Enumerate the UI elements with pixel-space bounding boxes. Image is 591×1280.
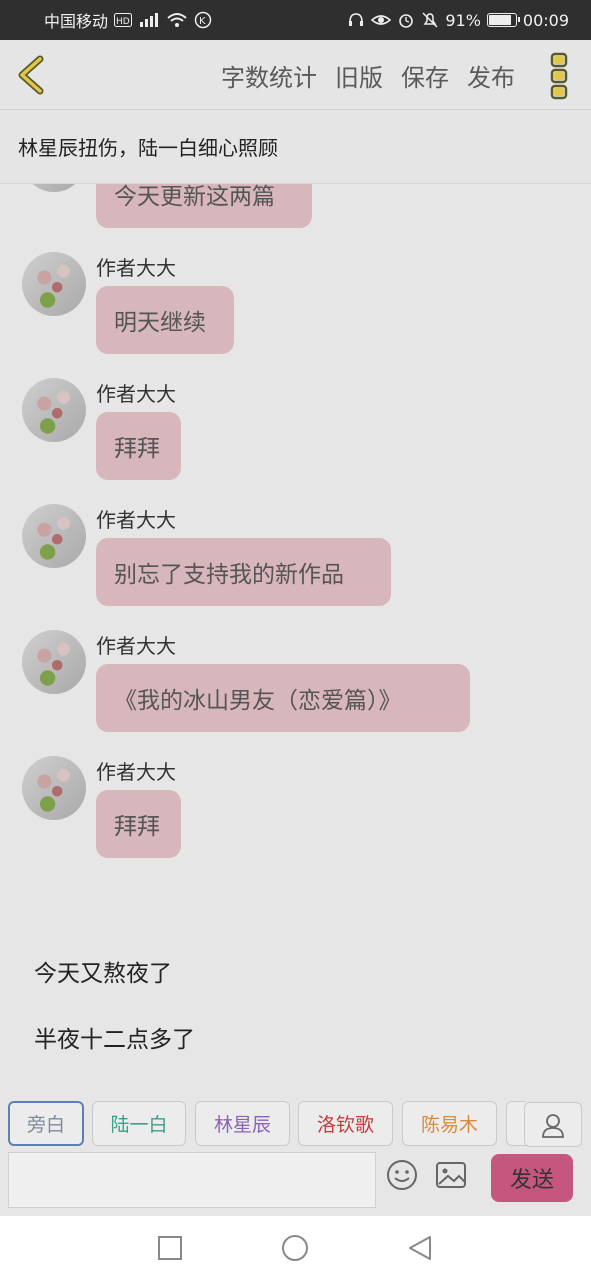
status-bar: 中国移动 HD K 91% 00:09	[0, 0, 591, 40]
role-label: 陆一白	[110, 1114, 168, 1136]
role-chip-partial[interactable]	[506, 1101, 526, 1146]
role-chip-narrator[interactable]: 旁白	[8, 1101, 84, 1146]
clock: 00:09	[522, 10, 569, 30]
system-nav-bar	[0, 1216, 591, 1280]
message-bubble[interactable]: 明天继续	[96, 286, 234, 354]
role-chip-luo-qinge[interactable]: 洛钦歌	[298, 1101, 393, 1146]
old-version-button[interactable]: 旧版	[335, 58, 383, 93]
battery-percent: 91%	[445, 10, 481, 30]
emoji-icon	[387, 1160, 417, 1190]
recent-apps-button[interactable]	[156, 1234, 184, 1262]
chapter-title[interactable]: 林星辰扭伤，陆一白细心照顾	[0, 110, 591, 184]
message-bubble[interactable]: 《我的冰山男友（恋爱篇）》	[96, 664, 470, 732]
square-nav-icon	[158, 1236, 182, 1260]
message-input[interactable]	[8, 1152, 376, 1208]
narration-line[interactable]: 今天又熬夜了	[34, 954, 172, 988]
avatar[interactable]	[22, 378, 86, 442]
role-chip-lu-yibai[interactable]: 陆一白	[92, 1101, 186, 1146]
send-button[interactable]: 发送	[491, 1154, 573, 1202]
back-button[interactable]	[14, 55, 50, 95]
circle-nav-icon	[282, 1235, 308, 1261]
editor-toolbar: 字数统计 旧版 保存 发布	[0, 40, 591, 110]
author-name: 作者大大	[96, 634, 176, 658]
role-label: 林星辰	[213, 1114, 271, 1136]
role-label: 旁白	[26, 1114, 65, 1136]
input-area: 旁白 陆一白 林星辰 洛钦歌 陈易木 发送	[0, 1096, 591, 1216]
role-chip-chen-yimu[interactable]: 陈易木	[402, 1101, 497, 1146]
avatar[interactable]	[22, 630, 86, 694]
author-name: 作者大大	[96, 508, 176, 532]
back-arrow-icon	[18, 55, 44, 95]
more-menu-icon	[550, 52, 568, 100]
author-name: 作者大大	[96, 382, 176, 406]
publish-button[interactable]: 发布	[467, 58, 515, 93]
avatar[interactable]	[22, 756, 86, 820]
role-chip-lin-xingchen[interactable]: 林星辰	[195, 1101, 290, 1146]
svg-text:HD: HD	[116, 17, 130, 27]
svg-text:K: K	[199, 16, 206, 27]
message-bubble[interactable]: 今天更新这两篇	[96, 184, 312, 228]
home-button[interactable]	[281, 1234, 309, 1262]
author-name: 作者大大	[96, 256, 176, 280]
save-button[interactable]: 保存	[401, 58, 449, 93]
add-character-button[interactable]	[524, 1102, 582, 1147]
status-right: 91% 00:09	[347, 11, 569, 30]
carrier-name: 中国移动	[44, 12, 109, 31]
avatar[interactable]	[22, 252, 86, 316]
message-bubble[interactable]: 别忘了支持我的新作品	[96, 538, 391, 606]
message-bubble[interactable]: 拜拜	[96, 790, 181, 858]
battery-icon	[486, 13, 520, 27]
emoji-button[interactable]	[385, 1158, 419, 1192]
toolbar-actions: 字数统计 旧版 保存 发布	[221, 40, 515, 110]
chat-area[interactable]: 今天更新这两篇 作者大大 明天继续 作者大大 拜拜 作者大大 别忘了支持我的新作…	[0, 184, 591, 1096]
word-count-button[interactable]: 字数统计	[221, 58, 317, 93]
narration-line[interactable]: 半夜十二点多了	[34, 1020, 195, 1054]
k-app-icon: K	[194, 11, 212, 29]
role-label: 陈易木	[420, 1114, 478, 1136]
more-menu-button[interactable]	[549, 52, 571, 100]
headset-icon	[347, 11, 365, 29]
mute-bell-icon	[421, 11, 439, 29]
status-left: 中国移动 HD K	[44, 8, 212, 32]
wifi-icon	[166, 12, 188, 28]
back-nav-button[interactable]	[406, 1234, 434, 1262]
person-icon	[542, 1113, 564, 1138]
hd-icon: HD	[114, 13, 133, 27]
avatar[interactable]	[22, 504, 86, 568]
eye-icon	[371, 12, 392, 28]
image-button[interactable]	[434, 1158, 468, 1192]
triangle-back-icon	[409, 1236, 431, 1260]
alarm-icon	[397, 11, 415, 29]
image-icon	[436, 1162, 466, 1188]
battery-fill	[488, 15, 511, 25]
message-bubble[interactable]: 拜拜	[96, 412, 181, 480]
role-label: 洛钦歌	[316, 1114, 374, 1136]
author-name: 作者大大	[96, 760, 176, 784]
avatar[interactable]	[22, 184, 86, 192]
signal-icon	[138, 12, 160, 28]
